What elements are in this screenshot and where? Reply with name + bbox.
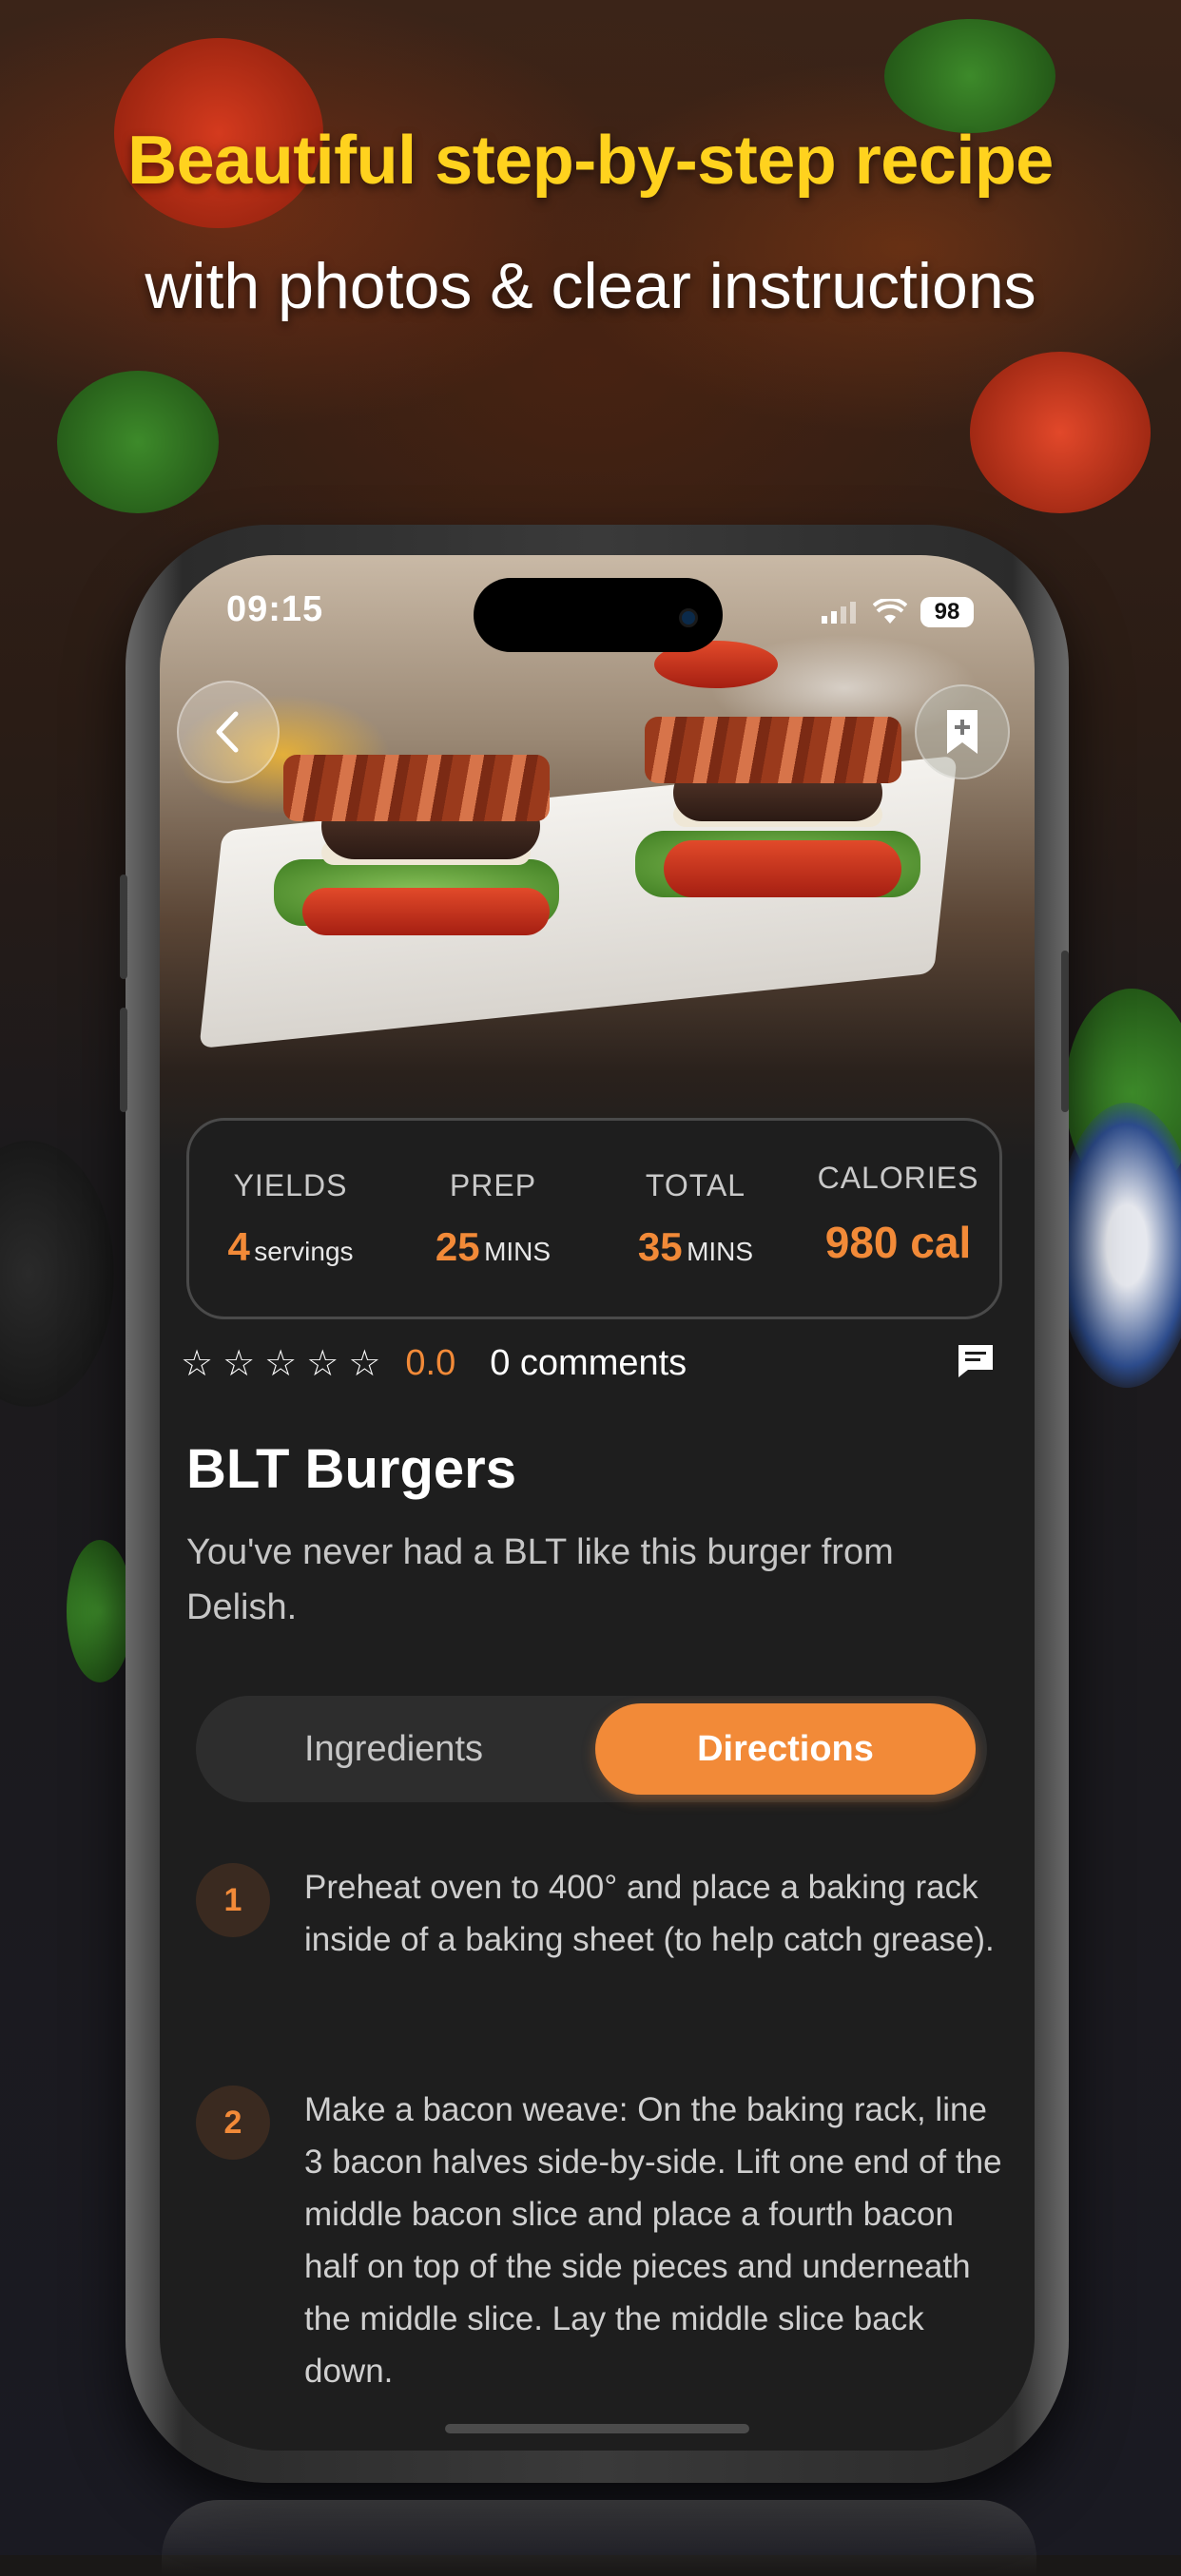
phone-reflection [162,2500,1036,2576]
front-camera [679,608,698,627]
phone-volume-button [120,1008,127,1112]
rating-value: 0.0 [405,1342,456,1383]
stat-yields: YIELDS 4 servings [196,1168,386,1270]
step-number: 2 [196,2086,270,2160]
headline-subtitle: with photos & clear instructions [145,250,1036,322]
stat-prep: PREP 25 MINS [398,1168,589,1270]
tomato-shape [664,840,901,897]
bookmark-add-icon [947,710,978,754]
bacon-shape [645,717,901,783]
tomato-decor [970,352,1151,513]
stat-calories: CALORIES 980 cal [803,1161,994,1268]
wifi-icon [873,599,907,624]
headline-title: Beautiful step-by-step recipe [127,123,1054,199]
step-text: Make a bacon weave: On the baking rack, … [304,2091,1002,2390]
stat-label: YIELDS [233,1167,348,1202]
star-outline-icon[interactable]: ☆ [264,1342,297,1385]
bookmark-button[interactable] [915,684,1010,779]
direction-step: 2 Make a bacon weave: On the baking rack… [196,2086,1014,2397]
comment-icon [958,1344,993,1377]
step-number: 1 [196,1863,270,1937]
comments-count[interactable]: 0 comments [490,1343,687,1384]
star-outline-icon[interactable]: ☆ [181,1342,213,1385]
stat-unit: MINS [484,1236,552,1266]
pan-decor [0,1141,114,1407]
star-outline-icon[interactable]: ☆ [348,1342,380,1385]
stat-value: 25 [435,1223,480,1269]
tab-directions[interactable]: Directions [595,1703,976,1795]
herb-decor [67,1540,133,1682]
stat-label: TOTAL [645,1167,746,1202]
back-button[interactable] [177,681,280,783]
star-outline-icon[interactable]: ☆ [306,1342,339,1385]
comment-icon[interactable] [957,1343,995,1384]
stat-value: 35 [637,1223,683,1269]
phone-screen: 09:15 98 YIELDS 4 servings PREP 25 MINS … [160,555,1035,2451]
battery-indicator: 98 [920,597,974,627]
home-indicator [445,2424,749,2433]
stat-label: PREP [449,1167,537,1202]
phone-power-button [1061,951,1069,1112]
stat-unit: MINS [687,1236,754,1266]
status-indicators: 98 [822,597,974,627]
signal-icon [822,602,856,624]
recipe-title: BLT Burgers [186,1438,516,1500]
stat-label: CALORIES [817,1160,979,1195]
stat-value: 4 [227,1223,250,1269]
tab-ingredients[interactable]: Ingredients [203,1703,584,1795]
phone-volume-button [120,875,127,979]
star-outline-icon[interactable]: ☆ [223,1342,255,1385]
direction-step: 1 Preheat oven to 400° and place a bakin… [196,1863,1014,1966]
herb-decor [884,19,1055,133]
stat-total: TOTAL 35 MINS [601,1168,791,1270]
status-time: 09:15 [226,589,324,629]
recipe-stats-card: YIELDS 4 servings PREP 25 MINS TOTAL 35 … [186,1118,1002,1319]
stat-value: 980 cal [824,1217,972,1267]
bacon-shape [283,755,550,821]
herb-decor [57,371,219,513]
recipe-description: You've never had a BLT like this burger … [186,1532,894,1627]
stat-unit: servings [254,1236,354,1266]
tomato-shape [302,888,550,935]
rating-row: ☆ ☆ ☆ ☆ ☆ 0.0 0 comments [181,1336,1008,1390]
chevron-left-icon [216,711,239,753]
step-text: Preheat oven to 400° and place a baking … [304,1869,995,1958]
segmented-tabs: Ingredients Directions [196,1696,987,1802]
